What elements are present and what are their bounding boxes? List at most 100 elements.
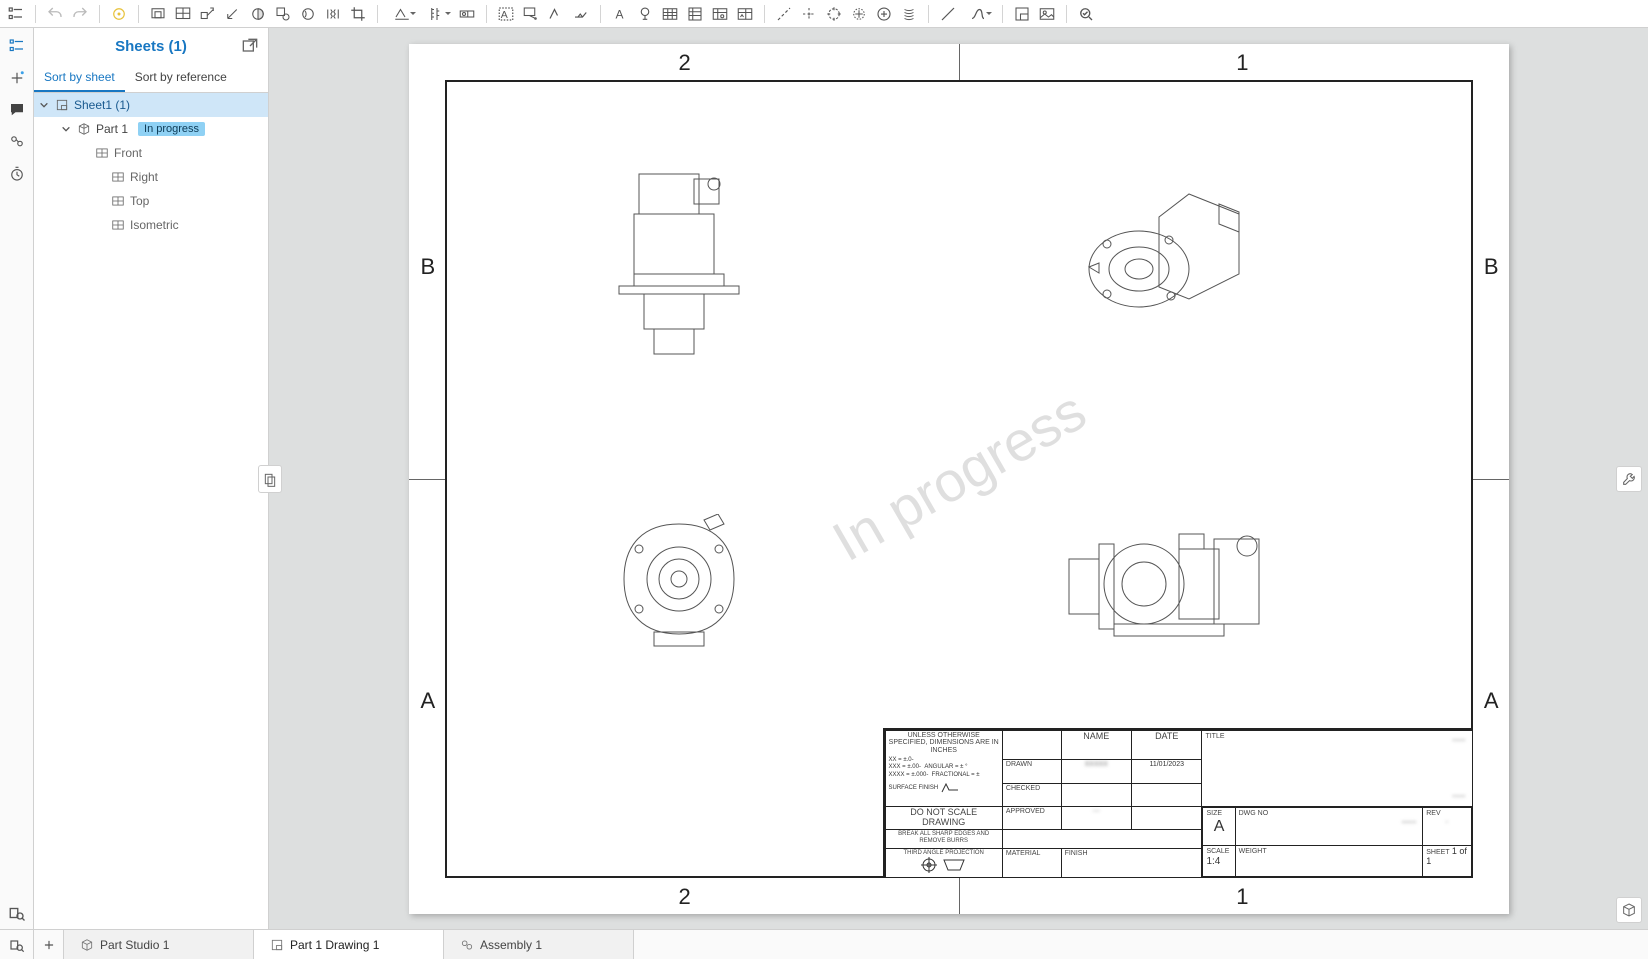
ordinate-dimension-icon[interactable] xyxy=(420,2,454,26)
tree-part-row[interactable]: Part 1 In progress xyxy=(34,117,268,141)
note-icon[interactable]: A xyxy=(494,2,518,26)
bom-table-icon[interactable] xyxy=(683,2,707,26)
view-icon xyxy=(110,193,126,209)
spline-icon[interactable] xyxy=(961,2,995,26)
auxiliary-view-icon[interactable] xyxy=(221,2,245,26)
top-toolbar: A A xyxy=(0,0,1648,28)
view-icon xyxy=(94,145,110,161)
sheets-rail-icon[interactable] xyxy=(5,34,29,58)
sheet-icon xyxy=(54,97,70,113)
zone-col-1-bot: 1 xyxy=(1236,884,1248,910)
chevron-down-icon[interactable] xyxy=(60,123,72,135)
tab-assembly[interactable]: Assembly 1 xyxy=(444,930,634,959)
tree-sheet-label: Sheet1 (1) xyxy=(74,98,130,112)
tree-view-top[interactable]: Top xyxy=(34,189,268,213)
timer-rail-icon[interactable] xyxy=(5,162,29,186)
tab-drawing[interactable]: Part 1 Drawing 1 xyxy=(254,930,444,959)
four-view-icon[interactable] xyxy=(171,2,195,26)
hole-table-icon[interactable] xyxy=(708,2,732,26)
redo-icon[interactable] xyxy=(68,2,92,26)
view-front[interactable] xyxy=(609,164,749,364)
separator xyxy=(35,5,36,23)
zone-col-2-bot: 2 xyxy=(679,884,691,910)
surface-finish-icon[interactable] xyxy=(544,2,568,26)
callout-icon[interactable] xyxy=(519,2,543,26)
virtual-sharp-icon[interactable] xyxy=(847,2,871,26)
detail-view-icon[interactable] xyxy=(271,2,295,26)
panel-tabs: Sort by sheet Sort by reference xyxy=(34,64,268,93)
view-icon xyxy=(110,169,126,185)
svg-text:A: A xyxy=(501,8,508,20)
line-icon[interactable] xyxy=(936,2,960,26)
center-mark-icon[interactable] xyxy=(797,2,821,26)
title-block[interactable]: UNLESS OTHERWISE SPECIFIED, DIMENSIONS A… xyxy=(883,728,1473,878)
zone-row-b-right: B xyxy=(1484,254,1499,280)
svg-text:A: A xyxy=(616,7,624,21)
weld-symbol-icon[interactable] xyxy=(569,2,593,26)
zone-col-1-top: 1 xyxy=(1236,50,1248,76)
status-badge: In progress xyxy=(138,122,205,136)
properties-rail-icon[interactable] xyxy=(5,130,29,154)
drawing-canvas[interactable]: 2 1 2 1 B B A A In progress xyxy=(269,28,1648,929)
datum-icon[interactable] xyxy=(633,2,657,26)
separator xyxy=(99,5,100,23)
geometric-tolerance-icon[interactable] xyxy=(455,2,479,26)
activity-icon[interactable] xyxy=(107,2,131,26)
separator xyxy=(377,5,378,23)
sheet-properties-icon[interactable] xyxy=(1010,2,1034,26)
break-view-icon[interactable] xyxy=(321,2,345,26)
tree-view-front[interactable]: Front xyxy=(34,141,268,165)
search-rail-icon[interactable] xyxy=(5,901,29,925)
zone-row-a-left: A xyxy=(421,688,436,714)
centermark-circle-icon[interactable] xyxy=(822,2,846,26)
projected-view-icon[interactable] xyxy=(196,2,220,26)
image-icon[interactable] xyxy=(1035,2,1059,26)
left-rail xyxy=(0,28,34,929)
panel-title: Sheets (1) xyxy=(115,38,187,55)
popout-icon[interactable] xyxy=(240,36,260,56)
view-icon xyxy=(110,217,126,233)
inspect-icon[interactable] xyxy=(1074,2,1098,26)
separator xyxy=(138,5,139,23)
thread-icon[interactable] xyxy=(897,2,921,26)
broken-out-icon[interactable] xyxy=(296,2,320,26)
tree-sheet-row[interactable]: Sheet1 (1) xyxy=(34,93,268,117)
tab-sort-by-sheet[interactable]: Sort by sheet xyxy=(34,64,125,92)
view-right[interactable] xyxy=(1059,514,1279,654)
view-top[interactable] xyxy=(609,514,749,654)
tree-view-right[interactable]: Right xyxy=(34,165,268,189)
tab-part-studio[interactable]: Part Studio 1 xyxy=(64,930,254,959)
comments-rail-icon[interactable] xyxy=(5,98,29,122)
view-cube-icon[interactable] xyxy=(1616,897,1642,923)
sheet-tree: Sheet1 (1) Part 1 In progress Front Righ… xyxy=(34,93,268,929)
separator xyxy=(928,5,929,23)
undo-icon[interactable] xyxy=(43,2,67,26)
dimension-icon[interactable] xyxy=(385,2,419,26)
zone-col-2-top: 2 xyxy=(679,50,691,76)
zone-row-b-left: B xyxy=(421,254,436,280)
separator xyxy=(1002,5,1003,23)
add-rail-icon[interactable] xyxy=(5,66,29,90)
table-icon[interactable] xyxy=(658,2,682,26)
part-icon xyxy=(76,121,92,137)
add-tab-button[interactable] xyxy=(34,930,64,959)
crop-view-icon[interactable] xyxy=(346,2,370,26)
sheets-panel: Sheets (1) Sort by sheet Sort by referen… xyxy=(34,28,269,929)
chevron-down-icon[interactable] xyxy=(38,99,50,111)
revision-table-icon[interactable] xyxy=(733,2,757,26)
tab-sort-by-reference[interactable]: Sort by reference xyxy=(125,64,237,92)
tools-panel-toggle-icon[interactable] xyxy=(1616,466,1642,492)
section-view-icon[interactable] xyxy=(246,2,270,26)
separator xyxy=(1066,5,1067,23)
centerline-icon[interactable] xyxy=(772,2,796,26)
zone-row-a-right: A xyxy=(1484,688,1499,714)
collapse-panel-icon[interactable] xyxy=(258,465,282,493)
insert-view-icon[interactable] xyxy=(146,2,170,26)
tree-part-label: Part 1 xyxy=(96,122,128,136)
add-mark-icon[interactable] xyxy=(872,2,896,26)
tree-view-isometric[interactable]: Isometric xyxy=(34,213,268,237)
tab-search-icon[interactable] xyxy=(0,930,34,959)
text-icon[interactable]: A xyxy=(608,2,632,26)
feature-tree-toggle-icon[interactable] xyxy=(4,2,28,26)
view-isometric[interactable] xyxy=(1069,174,1269,354)
